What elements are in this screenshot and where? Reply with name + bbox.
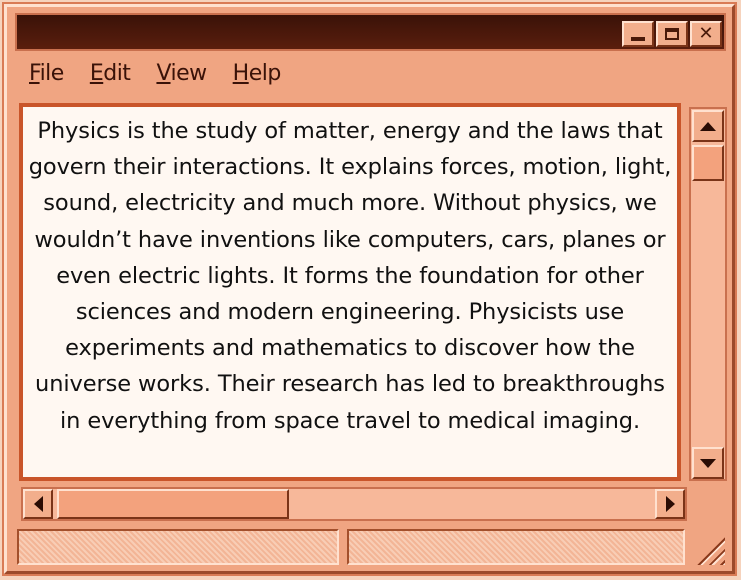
horizontal-scrollbar[interactable]: [21, 487, 687, 521]
status-bar: [17, 529, 727, 567]
scroll-right-button[interactable]: [655, 489, 685, 519]
close-icon: ✕: [698, 23, 714, 44]
arrow-up-icon: [700, 121, 716, 131]
scroll-up-button[interactable]: [692, 110, 724, 142]
arrow-left-icon: [33, 496, 43, 512]
title-bar[interactable]: ✕: [15, 13, 726, 51]
document-text-area[interactable]: Physics is the study of matter, energy a…: [19, 103, 681, 481]
application-window: ✕ File Edit View Help Physics is the stu…: [4, 4, 735, 574]
minimize-icon: [631, 37, 645, 41]
vertical-scrollbar[interactable]: [689, 107, 727, 481]
arrow-down-icon: [700, 458, 716, 468]
menu-bar: File Edit View Help: [15, 61, 281, 93]
scrollbar-corner: [691, 487, 727, 521]
menu-edit[interactable]: Edit: [90, 61, 131, 93]
minimize-button[interactable]: [622, 21, 654, 47]
arrow-right-icon: [665, 496, 675, 512]
scroll-left-button[interactable]: [23, 489, 53, 519]
status-pane-left: [17, 529, 339, 565]
menu-help[interactable]: Help: [233, 61, 282, 93]
menu-file[interactable]: File: [29, 61, 64, 93]
horizontal-scroll-thumb[interactable]: [57, 489, 289, 519]
resize-grip-icon[interactable]: [697, 537, 725, 565]
maximize-icon: [665, 28, 679, 40]
maximize-button[interactable]: [656, 21, 688, 47]
menu-view[interactable]: View: [156, 61, 207, 93]
status-pane-right: [347, 529, 685, 565]
vertical-scroll-thumb[interactable]: [692, 145, 724, 181]
scroll-down-button[interactable]: [692, 447, 724, 479]
document-body-text: Physics is the study of matter, energy a…: [28, 118, 672, 434]
close-button[interactable]: ✕: [690, 21, 722, 47]
